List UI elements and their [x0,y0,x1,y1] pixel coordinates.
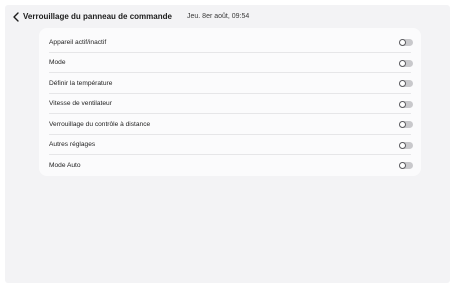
setting-row-temperature[interactable]: Définir la température [39,73,421,94]
chevron-left-icon [13,12,19,22]
setting-label: Verrouillage du contrôle à distance [49,120,151,128]
toggle-knob [399,39,406,46]
toggle-knob [399,80,406,87]
toggle-knob [399,162,406,169]
screen: Verrouillage du panneau de commande Jeu.… [5,5,450,283]
toggle-knob [399,121,406,128]
back-button[interactable] [9,10,23,24]
toggle-knob [399,141,406,149]
page-title: Verrouillage du panneau de commande [23,12,172,21]
toggle-switch[interactable] [399,39,413,46]
setting-row-device-power[interactable]: Appareil actif/inactif [39,32,421,53]
toggle-switch[interactable] [399,59,413,67]
setting-row-mode[interactable]: Mode [39,53,421,73]
toggle-knob [399,100,406,108]
setting-label: Appareil actif/inactif [49,38,107,46]
setting-label: Mode Auto [49,161,81,169]
toggle-knob [399,59,406,67]
setting-label: Autres réglages [49,141,96,148]
header: Verrouillage du panneau de commande Jeu.… [5,5,450,29]
toggle-switch[interactable] [399,121,413,128]
toggle-switch[interactable] [399,80,413,87]
setting-row-auto-mode[interactable]: Mode Auto [39,155,421,176]
settings-card: Appareil actif/inactif Mode Définir la t… [39,28,421,176]
setting-label: Mode [49,59,66,66]
date-time: Jeu. 8er août, 09:54 [187,12,250,20]
setting-row-fan-speed[interactable]: Vitesse de ventilateur [39,94,421,114]
setting-row-remote-lock[interactable]: Verrouillage du contrôle à distance [39,114,421,135]
setting-label: Vitesse de ventilateur [49,100,112,107]
setting-row-other-settings[interactable]: Autres réglages [39,135,421,155]
toggle-switch[interactable] [399,141,413,149]
setting-label: Définir la température [49,79,113,87]
toggle-switch[interactable] [399,162,413,169]
toggle-switch[interactable] [399,100,413,108]
